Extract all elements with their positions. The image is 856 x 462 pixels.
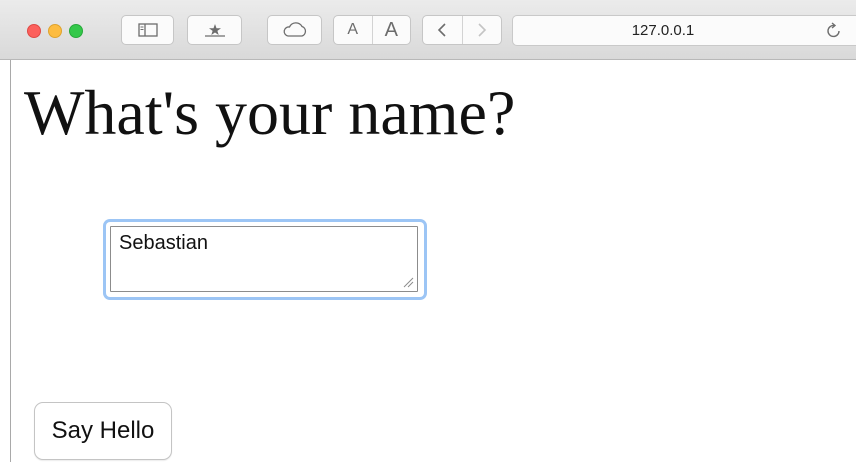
back-icon — [438, 23, 446, 37]
bookmarks-button[interactable] — [187, 15, 242, 45]
navigation-controls — [422, 15, 502, 45]
address-bar[interactable]: 127.0.0.1 — [512, 15, 856, 46]
say-hello-button[interactable]: Say Hello — [34, 402, 172, 460]
page-border — [10, 60, 11, 462]
window-minimize-button[interactable] — [48, 24, 62, 38]
browser-toolbar: A A 127.0.0.1 — [0, 0, 856, 60]
window-close-button[interactable] — [27, 24, 41, 38]
forward-icon — [478, 23, 486, 37]
font-smaller-button[interactable]: A — [334, 16, 372, 44]
address-url: 127.0.0.1 — [631, 22, 695, 39]
bookmarks-icon — [204, 24, 225, 37]
window-zoom-button[interactable] — [69, 24, 83, 38]
sidebar-button[interactable] — [121, 15, 174, 45]
reload-button[interactable] — [826, 21, 842, 44]
resize-grip-icon[interactable] — [402, 276, 414, 288]
font-size-controls: A A — [333, 15, 411, 45]
sidebar-icon — [137, 23, 158, 37]
forward-button[interactable] — [461, 16, 502, 44]
reload-icon — [827, 22, 840, 38]
page-title: What's your name? — [24, 77, 516, 148]
font-larger-button[interactable]: A — [371, 16, 411, 44]
icloud-tabs-button[interactable] — [267, 15, 322, 45]
cloud-icon — [283, 22, 306, 37]
name-textarea[interactable]: Sebastian — [110, 226, 418, 292]
back-button[interactable] — [423, 16, 462, 44]
